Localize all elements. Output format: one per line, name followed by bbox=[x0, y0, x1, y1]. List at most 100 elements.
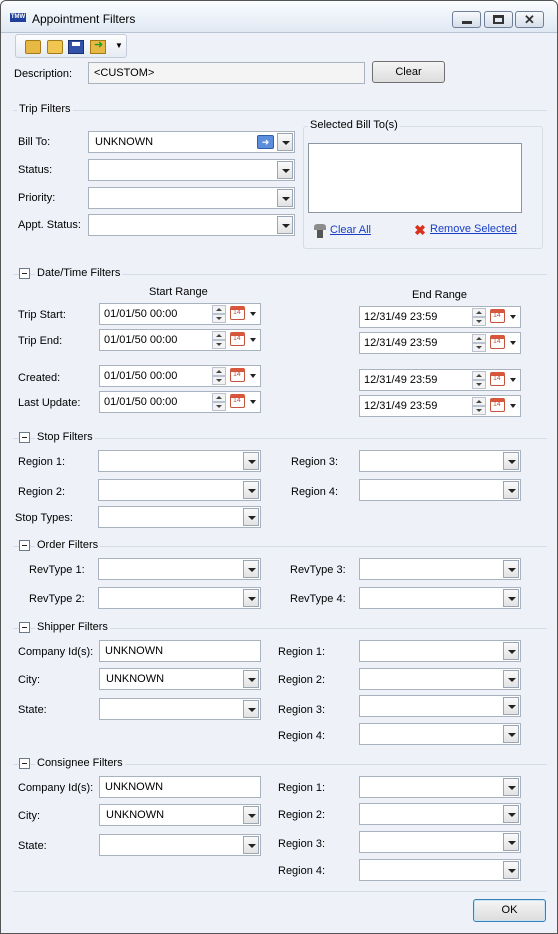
shipper-region4-combo[interactable] bbox=[359, 723, 521, 745]
chevron-down-icon[interactable] bbox=[510, 404, 516, 408]
appt-status-combo[interactable] bbox=[88, 214, 295, 236]
shipper-region1-combo[interactable] bbox=[359, 640, 521, 662]
chevron-down-icon[interactable] bbox=[250, 374, 256, 378]
calendar-icon[interactable] bbox=[490, 372, 505, 386]
chevron-down-icon[interactable] bbox=[243, 508, 259, 526]
chevron-down-icon[interactable] bbox=[503, 670, 519, 688]
revtype1-combo[interactable] bbox=[98, 558, 261, 580]
calendar-icon[interactable] bbox=[490, 335, 505, 349]
collapse-icon[interactable] bbox=[19, 758, 30, 769]
chevron-down-icon[interactable] bbox=[277, 161, 293, 179]
clear-all-link[interactable]: Clear All bbox=[330, 224, 371, 236]
broom-icon[interactable] bbox=[313, 224, 327, 238]
clear-button[interactable]: Clear bbox=[372, 61, 445, 83]
trip-start-end-picker[interactable]: 12/31/49 23:59 bbox=[359, 306, 521, 328]
spinner[interactable] bbox=[472, 371, 486, 389]
chevron-down-icon[interactable] bbox=[503, 778, 519, 796]
revtype3-combo[interactable] bbox=[359, 558, 521, 580]
chevron-down-icon[interactable] bbox=[510, 341, 516, 345]
collapse-icon[interactable] bbox=[19, 268, 30, 279]
export-icon[interactable] bbox=[90, 38, 106, 54]
save-icon[interactable] bbox=[68, 40, 84, 54]
spinner[interactable] bbox=[472, 308, 486, 326]
chevron-down-icon[interactable] bbox=[503, 861, 519, 879]
shipper-city-combo[interactable]: UNKNOWN bbox=[99, 668, 261, 690]
status-combo[interactable] bbox=[88, 159, 295, 181]
spinner[interactable] bbox=[212, 331, 226, 349]
chevron-down-icon[interactable] bbox=[250, 338, 256, 342]
title-bar[interactable]: TMW Appointment Filters ✕ bbox=[1, 1, 557, 33]
stop-types-combo[interactable] bbox=[98, 506, 261, 528]
created-start-picker[interactable]: 01/01/50 00:00 bbox=[99, 365, 261, 387]
arrow-right-icon[interactable]: ➜ bbox=[257, 135, 274, 149]
last-update-end-picker[interactable]: 12/31/49 23:59 bbox=[359, 395, 521, 417]
shipper-state-combo[interactable] bbox=[99, 698, 261, 720]
consignee-region3-combo[interactable] bbox=[359, 831, 521, 853]
calendar-icon[interactable] bbox=[230, 332, 245, 346]
chevron-down-icon[interactable] bbox=[250, 312, 256, 316]
spinner[interactable] bbox=[472, 397, 486, 415]
spinner[interactable] bbox=[212, 393, 226, 411]
calendar-icon[interactable] bbox=[490, 309, 505, 323]
description-field[interactable]: <CUSTOM> bbox=[88, 62, 365, 84]
new-folder-icon[interactable] bbox=[25, 40, 41, 54]
trip-end-end-picker[interactable]: 12/31/49 23:59 bbox=[359, 332, 521, 354]
shipper-region2-combo[interactable] bbox=[359, 668, 521, 690]
stop-region2-combo[interactable] bbox=[98, 479, 261, 501]
chevron-down-icon[interactable] bbox=[503, 725, 519, 743]
chevron-down-icon[interactable] bbox=[243, 806, 259, 824]
last-update-start-picker[interactable]: 01/01/50 00:00 bbox=[99, 391, 261, 413]
trip-start-start-picker[interactable]: 01/01/50 00:00 bbox=[99, 303, 261, 325]
collapse-icon[interactable] bbox=[19, 540, 30, 551]
chevron-down-icon[interactable] bbox=[277, 133, 293, 151]
revtype4-combo[interactable] bbox=[359, 587, 521, 609]
stop-region3-combo[interactable] bbox=[359, 450, 521, 472]
bill-to-combo[interactable]: UNKNOWN ➜ bbox=[88, 131, 295, 153]
priority-combo[interactable] bbox=[88, 187, 295, 209]
chevron-down-icon[interactable] bbox=[503, 452, 519, 470]
chevron-down-icon[interactable] bbox=[503, 833, 519, 851]
consignee-region4-combo[interactable] bbox=[359, 859, 521, 881]
chevron-down-icon[interactable] bbox=[503, 589, 519, 607]
revtype2-combo[interactable] bbox=[98, 587, 261, 609]
chevron-down-icon[interactable] bbox=[243, 670, 259, 688]
open-folder-icon[interactable] bbox=[47, 40, 63, 54]
stop-region1-combo[interactable] bbox=[98, 450, 261, 472]
maximize-button[interactable] bbox=[484, 11, 513, 28]
calendar-icon[interactable] bbox=[490, 398, 505, 412]
consignee-state-combo[interactable] bbox=[99, 834, 261, 856]
shipper-company-field[interactable]: UNKNOWN bbox=[99, 640, 261, 662]
chevron-down-icon[interactable] bbox=[243, 589, 259, 607]
chevron-down-icon[interactable] bbox=[243, 481, 259, 499]
spinner[interactable] bbox=[212, 305, 226, 323]
chevron-down-icon[interactable] bbox=[503, 481, 519, 499]
stop-region4-combo[interactable] bbox=[359, 479, 521, 501]
trip-end-start-picker[interactable]: 01/01/50 00:00 bbox=[99, 329, 261, 351]
created-end-picker[interactable]: 12/31/49 23:59 bbox=[359, 369, 521, 391]
chevron-down-icon[interactable] bbox=[510, 378, 516, 382]
selected-bill-to-list[interactable] bbox=[308, 143, 522, 213]
shipper-region3-combo[interactable] bbox=[359, 695, 521, 717]
calendar-icon[interactable] bbox=[230, 306, 245, 320]
spinner[interactable] bbox=[472, 334, 486, 352]
consignee-region1-combo[interactable] bbox=[359, 776, 521, 798]
chevron-down-icon[interactable] bbox=[243, 700, 259, 718]
consignee-city-combo[interactable]: UNKNOWN bbox=[99, 804, 261, 826]
collapse-icon[interactable] bbox=[19, 622, 30, 633]
spinner[interactable] bbox=[212, 367, 226, 385]
remove-icon[interactable]: ✖ bbox=[413, 223, 427, 237]
consignee-company-field[interactable]: UNKNOWN bbox=[99, 776, 261, 798]
ok-button[interactable]: OK bbox=[473, 899, 546, 922]
chevron-down-icon[interactable] bbox=[250, 400, 256, 404]
toolbar-overflow-icon[interactable]: ▼ bbox=[115, 41, 123, 50]
chevron-down-icon[interactable] bbox=[243, 560, 259, 578]
remove-selected-link[interactable]: Remove Selected bbox=[430, 223, 517, 235]
chevron-down-icon[interactable] bbox=[243, 836, 259, 854]
close-button[interactable]: ✕ bbox=[515, 11, 544, 28]
chevron-down-icon[interactable] bbox=[503, 805, 519, 823]
calendar-icon[interactable] bbox=[230, 368, 245, 382]
chevron-down-icon[interactable] bbox=[503, 642, 519, 660]
chevron-down-icon[interactable] bbox=[503, 560, 519, 578]
chevron-down-icon[interactable] bbox=[510, 315, 516, 319]
collapse-icon[interactable] bbox=[19, 432, 30, 443]
